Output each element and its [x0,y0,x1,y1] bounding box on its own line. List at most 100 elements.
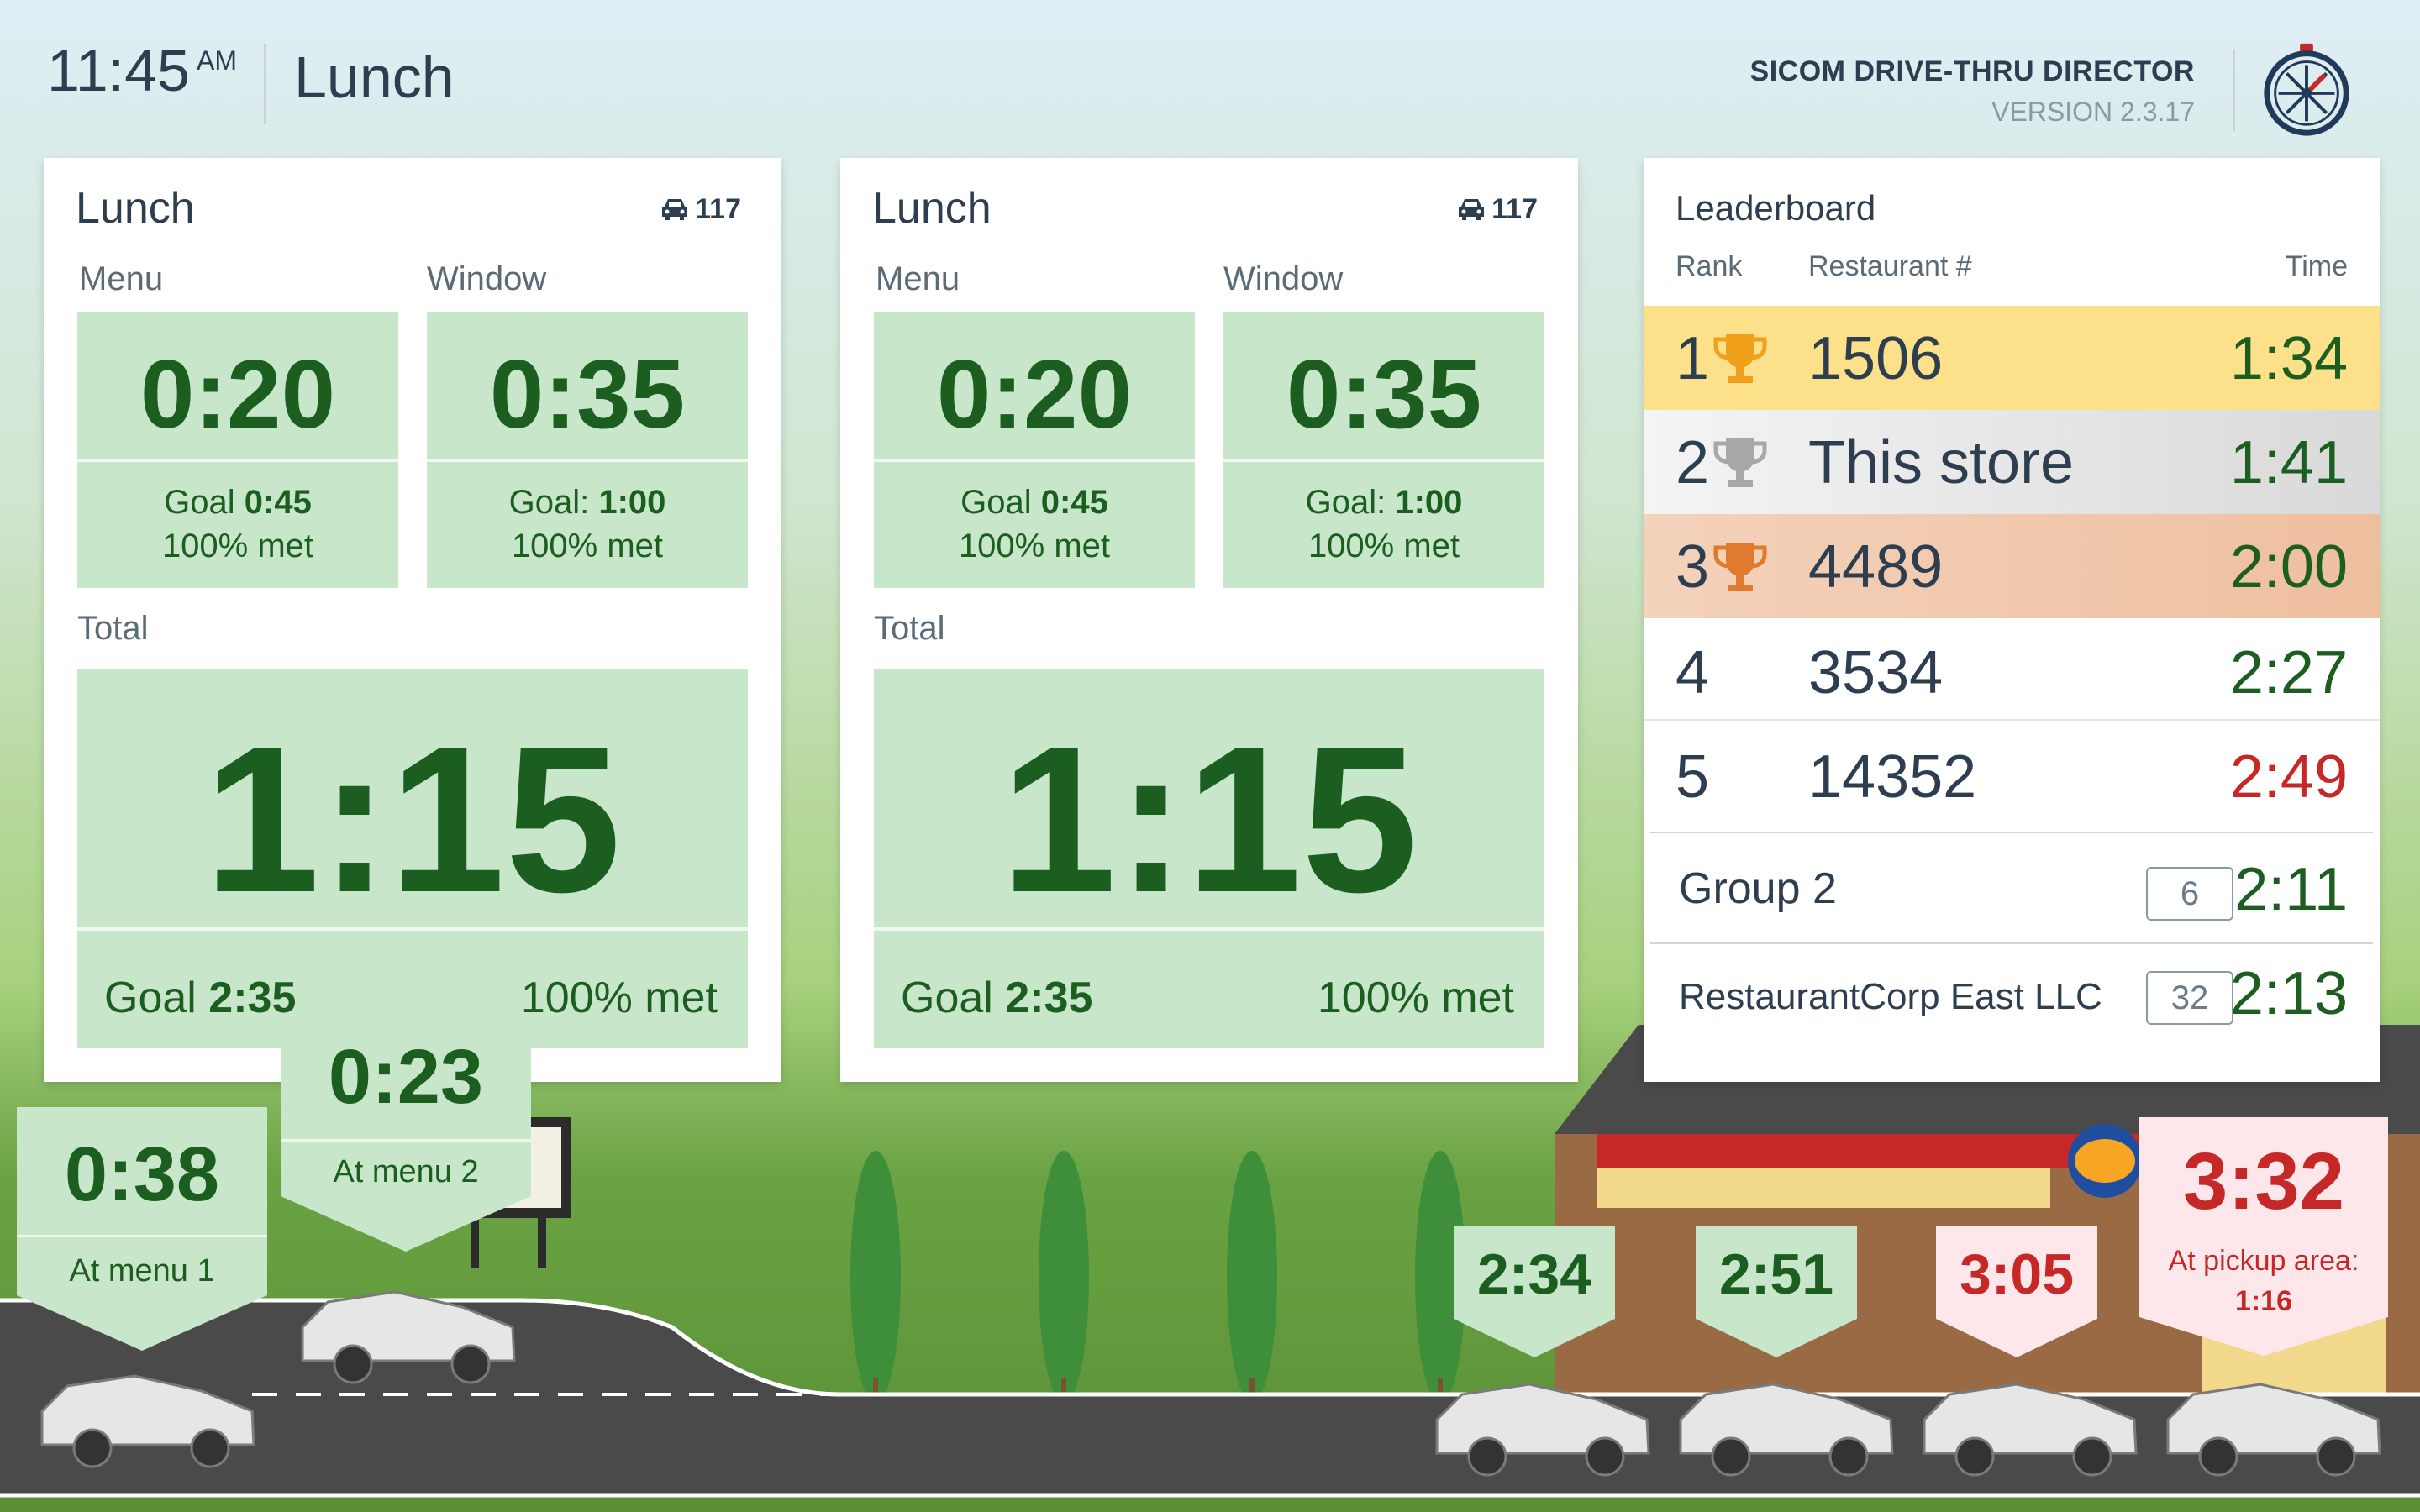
menu-label: Menu [79,260,164,297]
menu-time: 0:20 [936,339,1133,449]
card-title: Lunch [76,184,195,233]
window-tile: 0:35 Goal: 1:00 100% met [427,312,748,588]
total-label: Total [77,610,149,647]
window-goal-prefix: Goal: [508,484,599,521]
menu1-time: 0:38 [64,1131,220,1217]
window-goal-prefix: Goal: [1305,484,1396,521]
leaderboard-row: 3 4489 2:00 [1644,514,2380,618]
window-goal: Goal: 1:00 [1223,480,1544,524]
queue-timer-3[interactable]: 3:05 [1936,1226,2097,1319]
car-count-value: 117 [1491,193,1538,225]
group-time: 2:11 [2234,856,2348,923]
leaderboard-title: Leaderboard [1676,188,1876,228]
window-goal-value: 1:00 [598,484,666,521]
window-time: 0:35 [489,339,686,449]
window-goal-value: 1:00 [1395,484,1463,521]
col-time: Time [2285,250,2348,282]
org-name: RestaurantCorp East LLC [1679,976,2102,1017]
menu-met: 100% met [958,528,1111,564]
queue-timer-1[interactable]: 2:34 [1454,1226,1615,1319]
time: 2:27 [2229,639,2348,706]
total-label: Total [874,610,945,647]
total-time: 1:15 [1000,702,1418,936]
stopwatch-logo-icon[interactable] [2257,40,2356,139]
rank: 4 [1676,639,1710,706]
menu1-label: At menu 1 [69,1253,215,1289]
menu2-label: At menu 2 [333,1154,479,1189]
silver-trophy-icon [1713,438,1767,487]
group-count: 6 [2146,867,2233,921]
pickup-label: At pickup area: [2168,1245,2360,1277]
menu-goal: Goal 0:45 [77,480,398,524]
menu-tile: 0:20 Goal 0:45 100% met [77,312,398,588]
menu-goal-value: 0:45 [1040,484,1108,521]
bronze-trophy-icon [1713,543,1767,591]
store: 4489 [1808,533,1944,601]
col-rank: Rank [1676,250,1743,282]
brand-block: SICOM DRIVE-THRU DIRECTOR VERSION 2.3.17 [1750,55,2195,128]
window-label: Window [1223,260,1344,297]
col-restaurant: Restaurant # [1808,250,1972,282]
window-time: 0:35 [1286,339,1482,449]
total-time: 1:15 [203,702,622,936]
time: 2:00 [2229,533,2348,601]
leaderboard-panel: Leaderboard Rank Restaurant # Time 1 150… [1644,158,2380,1082]
card-title: Lunch [872,184,992,233]
menu-goal: Goal 0:45 [874,480,1195,524]
pickup-sub: 1:16 [2234,1285,2293,1317]
store: 3534 [1808,639,1944,706]
leaderboard-row: 1 1506 1:34 [1644,306,2380,410]
menu2-timer[interactable]: 0:23 At menu 2 [281,1013,531,1196]
rank: 1 [1676,325,1710,392]
clock-ampm: AM [196,45,237,76]
menu-time: 0:20 [139,339,336,449]
queue-timer-2[interactable]: 2:51 [1696,1226,1857,1319]
store: 1506 [1808,325,1944,392]
car-icon [662,199,688,220]
brand-name: SICOM DRIVE-THRU DIRECTOR [1749,55,2195,87]
clock: 11:45 AM [47,37,237,104]
rank: 5 [1676,743,1710,811]
gold-trophy-icon [1713,334,1767,383]
leaderboard-row: 4 3534 2:27 [1644,620,2380,724]
leaderboard-row: 5 14352 2:49 [1644,724,2380,828]
time: 1:41 [2229,429,2348,496]
org-count: 32 [2146,971,2233,1025]
menu-goal-value: 0:45 [244,484,312,521]
time: 2:49 [2229,743,2348,811]
menu-met: 100% met [161,528,314,564]
window-goal: Goal: 1:00 [427,480,748,524]
clock-time: 11:45 [47,38,190,103]
menu-goal-prefix: Goal [164,484,245,521]
pickup-time: 3:32 [2182,1137,2345,1226]
window-tile: 0:35 Goal: 1:00 100% met [1223,312,1544,588]
queue-time: 2:34 [1476,1242,1592,1306]
car-count-value: 117 [695,193,741,225]
time: 1:34 [2229,325,2348,392]
queue-time: 2:51 [1718,1242,1834,1306]
car-count: 117 [1456,193,1538,226]
header-divider [264,44,266,124]
store: This store [1808,429,2075,496]
menu-label: Menu [876,260,960,297]
group-name: Group 2 [1679,864,1837,913]
rank: 2 [1676,429,1710,496]
rank: 3 [1676,533,1710,601]
leaderboard-row: 2 This store 1:41 [1644,410,2380,514]
daypart-title: Lunch [294,45,455,110]
header-divider-right [2233,49,2235,131]
menu1-timer[interactable]: 0:38 At menu 1 [17,1107,267,1295]
version-label: VERSION 2.3.17 [1991,97,2195,127]
window-label: Window [427,260,547,297]
car-icon [1459,199,1485,220]
window-met: 100% met [1307,528,1460,564]
menu-tile: 0:20 Goal 0:45 100% met [874,312,1195,588]
pickup-timer[interactable]: 3:32 At pickup area: 1:16 [2139,1117,2388,1317]
window-met: 100% met [511,528,664,564]
car-count: 117 [660,193,741,226]
store: 14352 [1808,743,1977,811]
queue-time: 3:05 [1959,1242,2075,1306]
menu2-time: 0:23 [328,1034,484,1120]
menu-goal-prefix: Goal [960,484,1041,521]
org-time: 2:13 [2229,960,2348,1027]
